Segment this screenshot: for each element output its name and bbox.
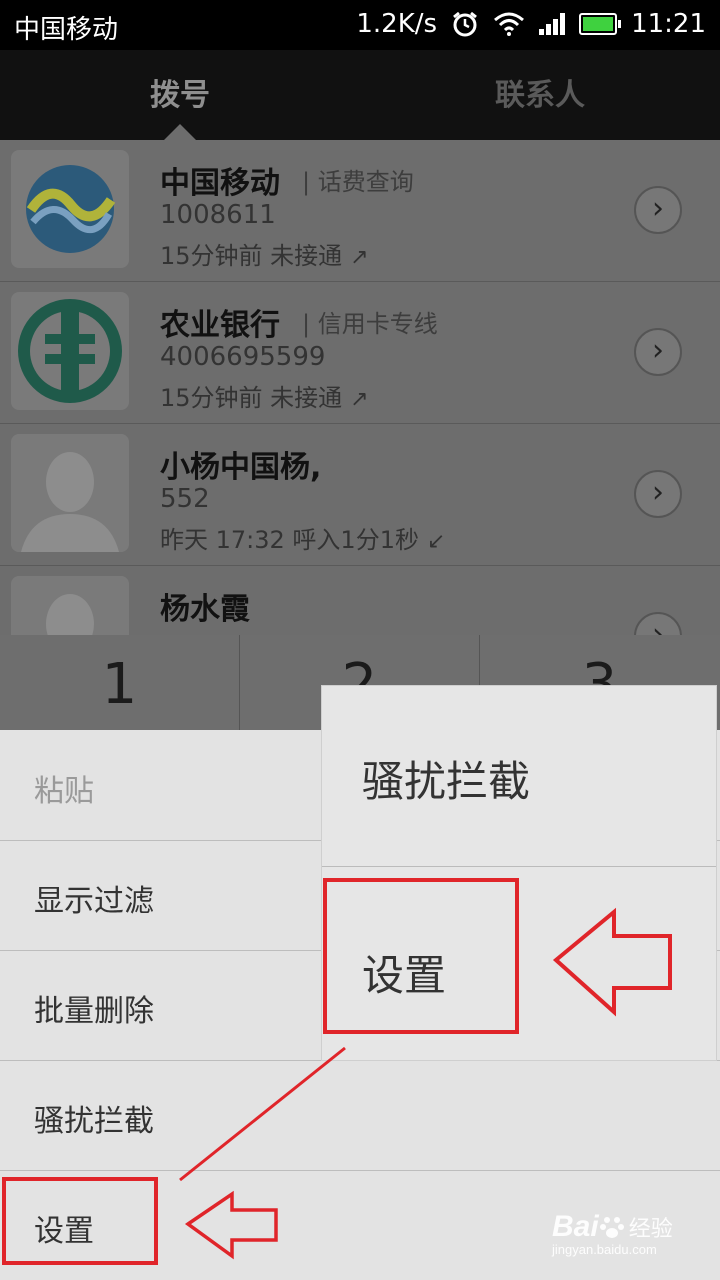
annotation-overlay — [179, 907, 672, 1260]
paw-icon — [599, 1217, 624, 1238]
connector-line — [179, 1046, 346, 1182]
baidu-jingyan-watermark: Bai 经验 jingyan.baidu.com — [552, 1210, 673, 1257]
left-arrow-small-icon — [184, 1190, 278, 1260]
left-arrow-large-icon — [552, 907, 672, 1017]
